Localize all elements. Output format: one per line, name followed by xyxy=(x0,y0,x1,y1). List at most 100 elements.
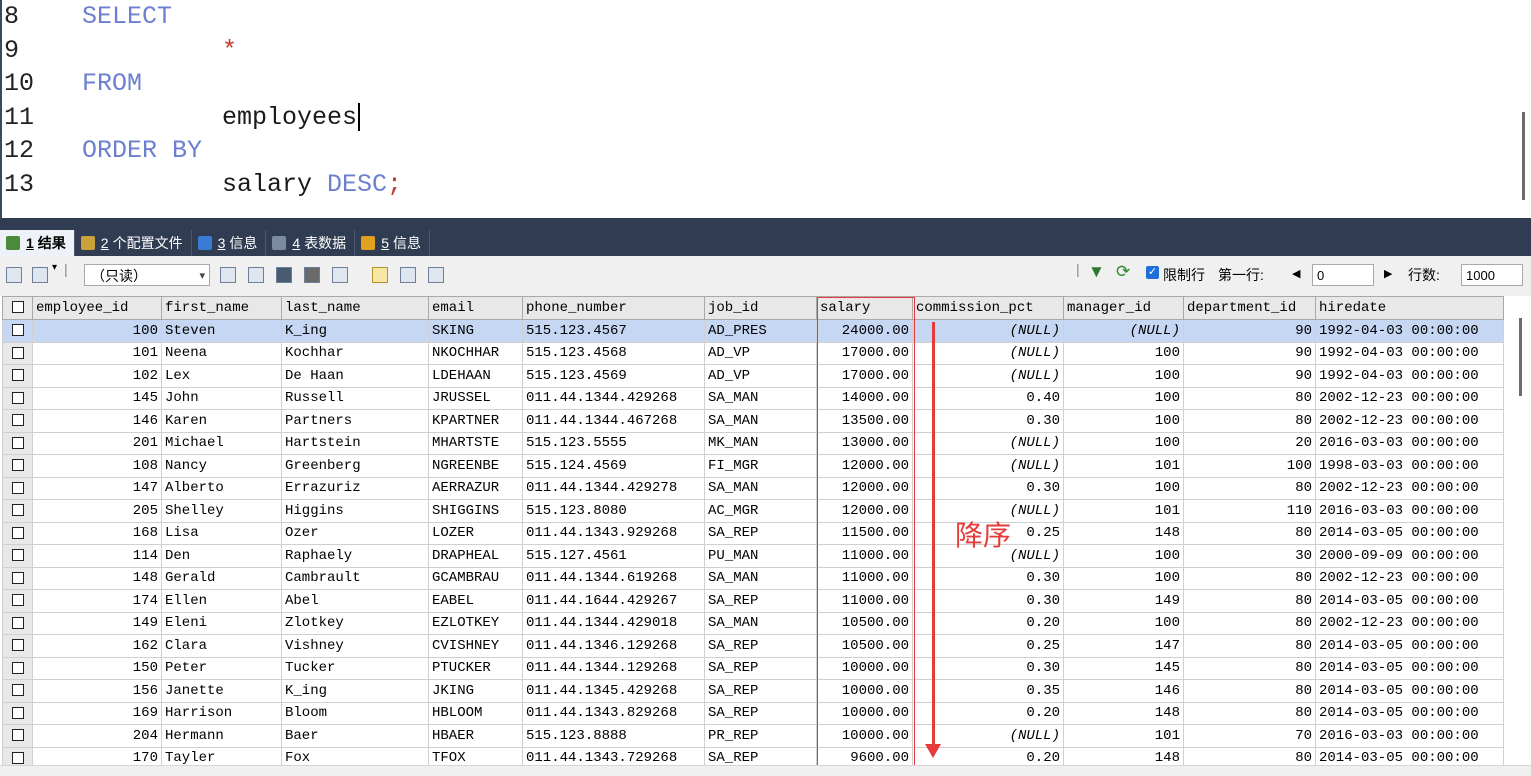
cell-phone-number[interactable]: 011.44.1344.429018 xyxy=(522,611,705,635)
cell-last-name[interactable]: Greenberg xyxy=(281,454,429,478)
duplicate-row-icon[interactable] xyxy=(248,267,264,283)
cell-hiredate[interactable]: 2016-03-03 00:00:00 xyxy=(1315,724,1504,748)
cell-commission-pct[interactable]: (NULL) xyxy=(912,341,1064,365)
cell-salary[interactable]: 11500.00 xyxy=(816,521,913,545)
cell-last-name[interactable]: Ozer xyxy=(281,521,429,545)
cell-salary[interactable]: 10000.00 xyxy=(816,701,913,725)
cell-phone-number[interactable]: 011.44.1344.429268 xyxy=(522,386,705,410)
cell-department-id[interactable]: 80 xyxy=(1183,611,1316,635)
column-header-job-id[interactable]: job_id xyxy=(704,296,817,320)
cell-email[interactable]: JKING xyxy=(428,679,523,703)
cell-last-name[interactable]: Zlotkey xyxy=(281,611,429,635)
row-checkbox[interactable] xyxy=(2,431,33,455)
cell-department-id[interactable]: 70 xyxy=(1183,724,1316,748)
cell-last-name[interactable]: Tucker xyxy=(281,656,429,680)
cell-email[interactable]: EABEL xyxy=(428,589,523,613)
cell-manager-id[interactable]: 100 xyxy=(1063,566,1184,590)
table-row[interactable]: 100 Steven K_ing SKING 515.123.4567 AD_PRES 24… xyxy=(2,319,1504,343)
dropdown-arrow-icon[interactable]: ▾ xyxy=(52,262,57,273)
cell-first-name[interactable]: Clara xyxy=(161,634,282,658)
cell-hiredate[interactable]: 2002-12-23 00:00:00 xyxy=(1315,611,1504,635)
cell-phone-number[interactable]: 011.44.1343.929268 xyxy=(522,521,705,545)
table-row[interactable]: 169 Harrison Bloom HBLOOM 011.44.1343.829268… xyxy=(2,701,1504,725)
row-count-input[interactable]: 1000 xyxy=(1461,264,1523,286)
cell-job-id[interactable]: PR_REP xyxy=(704,724,817,748)
cell-last-name[interactable]: Abel xyxy=(281,589,429,613)
form-view-icon[interactable] xyxy=(400,267,416,283)
cell-hiredate[interactable]: 1992-04-03 00:00:00 xyxy=(1315,341,1504,365)
mode-select[interactable]: （只读） ▾ xyxy=(84,264,210,286)
cell-salary[interactable]: 10000.00 xyxy=(816,656,913,680)
cell-commission-pct[interactable]: 0.30 xyxy=(912,566,1064,590)
cell-manager-id[interactable]: 100 xyxy=(1063,476,1184,500)
cell-salary[interactable]: 17000.00 xyxy=(816,341,913,365)
cell-phone-number[interactable]: 011.44.1345.429268 xyxy=(522,679,705,703)
cell-department-id[interactable]: 80 xyxy=(1183,476,1316,500)
grid-view-icon[interactable] xyxy=(372,267,388,283)
insert-row-icon[interactable] xyxy=(220,267,236,283)
cell-job-id[interactable]: SA_REP xyxy=(704,701,817,725)
row-checkbox[interactable] xyxy=(2,656,33,680)
tab-1[interactable]: 1 结果 xyxy=(0,230,75,256)
cell-department-id[interactable]: 90 xyxy=(1183,364,1316,388)
cell-salary[interactable]: 12000.00 xyxy=(816,454,913,478)
cell-employee-id[interactable]: 204 xyxy=(32,724,162,748)
row-checkbox[interactable] xyxy=(2,341,33,365)
cell-phone-number[interactable]: 515.123.5555 xyxy=(522,431,705,455)
cell-email[interactable]: SHIGGINS xyxy=(428,499,523,523)
cell-salary[interactable]: 11000.00 xyxy=(816,589,913,613)
cell-last-name[interactable]: Baer xyxy=(281,724,429,748)
cell-manager-id[interactable]: 100 xyxy=(1063,409,1184,433)
cell-commission-pct[interactable]: 0.30 xyxy=(912,409,1064,433)
table-row[interactable]: 146 Karen Partners KPARTNER 011.44.1344.4672… xyxy=(2,409,1504,433)
cell-employee-id[interactable]: 150 xyxy=(32,656,162,680)
cell-phone-number[interactable]: 011.44.1343.829268 xyxy=(522,701,705,725)
cell-email[interactable]: LOZER xyxy=(428,521,523,545)
cell-email[interactable]: SKING xyxy=(428,319,523,343)
grid-scrollbar[interactable] xyxy=(1519,318,1522,396)
cell-job-id[interactable]: SA_MAN xyxy=(704,566,817,590)
row-checkbox[interactable] xyxy=(2,589,33,613)
cell-department-id[interactable]: 100 xyxy=(1183,454,1316,478)
cell-commission-pct[interactable]: 0.30 xyxy=(912,476,1064,500)
cell-hiredate[interactable]: 2002-12-23 00:00:00 xyxy=(1315,409,1504,433)
cell-employee-id[interactable]: 174 xyxy=(32,589,162,613)
cell-manager-id[interactable]: 100 xyxy=(1063,431,1184,455)
cell-first-name[interactable]: Peter xyxy=(161,656,282,680)
cell-first-name[interactable]: Ellen xyxy=(161,589,282,613)
cell-hiredate[interactable]: 1998-03-03 00:00:00 xyxy=(1315,454,1504,478)
cell-manager-id[interactable]: 148 xyxy=(1063,701,1184,725)
row-checkbox[interactable] xyxy=(2,364,33,388)
cell-phone-number[interactable]: 011.44.1644.429267 xyxy=(522,589,705,613)
cell-first-name[interactable]: Alberto xyxy=(161,476,282,500)
row-checkbox[interactable] xyxy=(2,499,33,523)
cell-last-name[interactable]: Cambrault xyxy=(281,566,429,590)
cell-department-id[interactable]: 80 xyxy=(1183,566,1316,590)
column-header-email[interactable]: email xyxy=(428,296,523,320)
column-header-department-id[interactable]: department_id xyxy=(1183,296,1316,320)
cell-email[interactable]: EZLOTKEY xyxy=(428,611,523,635)
row-checkbox[interactable] xyxy=(2,454,33,478)
cell-employee-id[interactable]: 169 xyxy=(32,701,162,725)
cell-phone-number[interactable]: 515.123.8888 xyxy=(522,724,705,748)
cell-first-name[interactable]: Janette xyxy=(161,679,282,703)
row-checkbox[interactable] xyxy=(2,476,33,500)
cell-salary[interactable]: 10500.00 xyxy=(816,634,913,658)
cell-job-id[interactable]: SA_MAN xyxy=(704,409,817,433)
cell-employee-id[interactable]: 149 xyxy=(32,611,162,635)
table-row[interactable]: 156 Janette K_ing JKING 011.44.1345.429268 SA… xyxy=(2,679,1504,703)
cell-hiredate[interactable]: 2014-03-05 00:00:00 xyxy=(1315,701,1504,725)
cell-employee-id[interactable]: 100 xyxy=(32,319,162,343)
row-checkbox[interactable] xyxy=(2,611,33,635)
cell-commission-pct[interactable]: 0.30 xyxy=(912,589,1064,613)
cell-last-name[interactable]: Partners xyxy=(281,409,429,433)
cell-commission-pct[interactable]: 0.40 xyxy=(912,386,1064,410)
cell-department-id[interactable]: 80 xyxy=(1183,409,1316,433)
sql-editor[interactable]: 8 9 10 11 12 13 SELECT * FROM employees ORDER BY s… xyxy=(0,0,1531,218)
cell-department-id[interactable]: 80 xyxy=(1183,701,1316,725)
cell-phone-number[interactable]: 515.123.8080 xyxy=(522,499,705,523)
cell-email[interactable]: CVISHNEY xyxy=(428,634,523,658)
cell-job-id[interactable]: SA_REP xyxy=(704,656,817,680)
cell-hiredate[interactable]: 2002-12-23 00:00:00 xyxy=(1315,386,1504,410)
cell-job-id[interactable]: MK_MAN xyxy=(704,431,817,455)
